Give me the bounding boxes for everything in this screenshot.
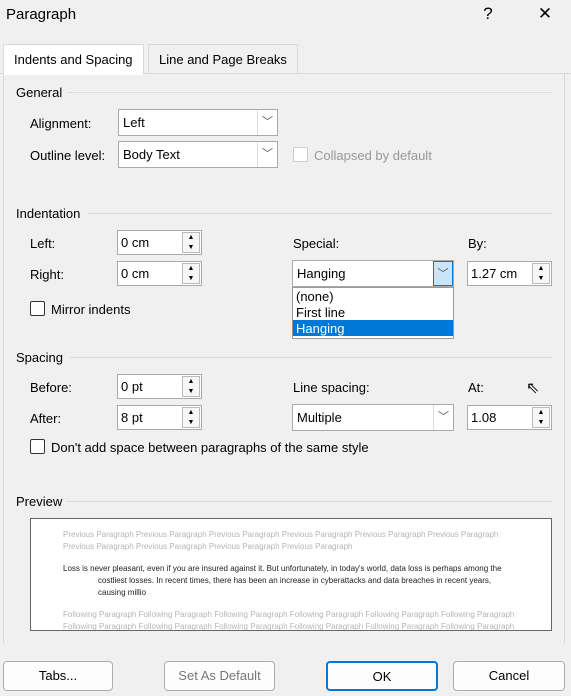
spin-arrows-icon[interactable]: ▲ ▼: [532, 407, 550, 428]
general-heading: General: [16, 85, 63, 100]
line-spacing-label: Line spacing:: [293, 380, 370, 395]
spin-arrows-icon[interactable]: ▲ ▼: [182, 376, 200, 397]
preview-following-paragraph: Following Paragraph Following Paragraph …: [63, 610, 515, 631]
outline-level-value: Body Text: [123, 147, 180, 162]
indentation-heading: Indentation: [16, 206, 81, 221]
alignment-value: Left: [123, 115, 145, 130]
collapsed-label: Collapsed by default: [314, 148, 432, 163]
help-button[interactable]: ?: [473, 4, 503, 24]
left-indent-label: Left:: [30, 236, 56, 251]
spacing-heading: Spacing: [16, 350, 63, 365]
dont-add-space-checkbox[interactable]: [30, 439, 45, 454]
before-value: 0 pt: [121, 379, 143, 394]
divider: [88, 213, 552, 214]
special-label: Special:: [293, 236, 340, 251]
alignment-label: Alignment:: [30, 116, 92, 131]
preview-previous-paragraph: Previous Paragraph Previous Paragraph Pr…: [63, 530, 499, 551]
at-label: At:: [468, 380, 484, 395]
outline-level-label: Outline level:: [30, 148, 106, 163]
spin-arrows-icon[interactable]: ▲ ▼: [532, 263, 550, 284]
outline-level-select[interactable]: Body Text ﹀: [118, 141, 278, 168]
dont-add-space-label: Don't add space between paragraphs of th…: [51, 440, 369, 455]
after-value: 8 pt: [121, 410, 143, 425]
special-dropdown-list: (none) First line Hanging: [292, 287, 454, 339]
line-spacing-select[interactable]: Multiple ﹀: [292, 404, 454, 431]
spin-arrows-icon[interactable]: ▲ ▼: [182, 232, 200, 253]
mirror-indents-label: Mirror indents: [51, 302, 131, 317]
right-indent-value: 0 cm: [121, 266, 150, 281]
spin-arrows-icon[interactable]: ▲ ▼: [182, 407, 200, 428]
mouse-cursor-icon: ⇖: [526, 380, 540, 397]
at-value: 1.08: [471, 410, 497, 425]
before-spinner[interactable]: 0 pt ▲ ▼: [117, 374, 202, 399]
at-spinner[interactable]: 1.08 ▲ ▼: [467, 405, 552, 430]
alignment-select[interactable]: Left ﹀: [118, 109, 278, 136]
option-hanging[interactable]: Hanging: [293, 320, 453, 336]
right-indent-spinner[interactable]: 0 cm ▲ ▼: [117, 261, 202, 286]
spin-arrows-icon[interactable]: ▲ ▼: [182, 263, 200, 284]
by-spinner[interactable]: 1.27 cm ▲ ▼: [467, 261, 552, 286]
chevron-down-icon: ﹀: [433, 405, 453, 430]
cancel-button[interactable]: Cancel: [453, 661, 565, 691]
after-label: After:: [30, 411, 62, 426]
preview-heading: Preview: [16, 494, 63, 509]
chevron-down-icon: ﹀: [257, 142, 277, 167]
chevron-down-icon: ﹀: [257, 110, 277, 135]
ok-button[interactable]: OK: [326, 661, 438, 691]
left-indent-spinner[interactable]: 0 cm ▲ ▼: [117, 230, 202, 255]
preview-box: Previous Paragraph Previous Paragraph Pr…: [30, 518, 552, 631]
tab-indents-spacing[interactable]: Indents and Spacing: [3, 44, 144, 75]
divider: [68, 92, 552, 93]
right-indent-label: Right:: [30, 267, 64, 282]
line-spacing-value: Multiple: [297, 410, 342, 425]
tab-line-page-breaks[interactable]: Line and Page Breaks: [148, 44, 298, 75]
left-indent-value: 0 cm: [121, 235, 150, 250]
option-none[interactable]: (none): [293, 288, 453, 304]
collapsed-checkbox[interactable]: [293, 147, 308, 162]
option-first-line[interactable]: First line: [293, 304, 453, 320]
dialog-title: Paragraph: [6, 6, 77, 23]
close-button[interactable]: ✕: [530, 4, 560, 24]
by-value: 1.27 cm: [471, 266, 518, 281]
preview-current-paragraph: Loss is never pleasant, even if you are …: [63, 564, 502, 597]
by-label: By:: [468, 236, 487, 251]
before-label: Before:: [30, 380, 72, 395]
tabs-button[interactable]: Tabs...: [3, 661, 113, 691]
divider: [70, 357, 552, 358]
special-value: Hanging: [297, 266, 346, 281]
after-spinner[interactable]: 8 pt ▲ ▼: [117, 405, 202, 430]
mirror-indents-checkbox[interactable]: [30, 301, 45, 316]
set-as-default-button[interactable]: Set As Default: [164, 661, 275, 691]
divider: [66, 501, 552, 502]
chevron-down-icon[interactable]: ﹀: [433, 261, 453, 286]
special-select[interactable]: Hanging ﹀: [292, 260, 454, 287]
